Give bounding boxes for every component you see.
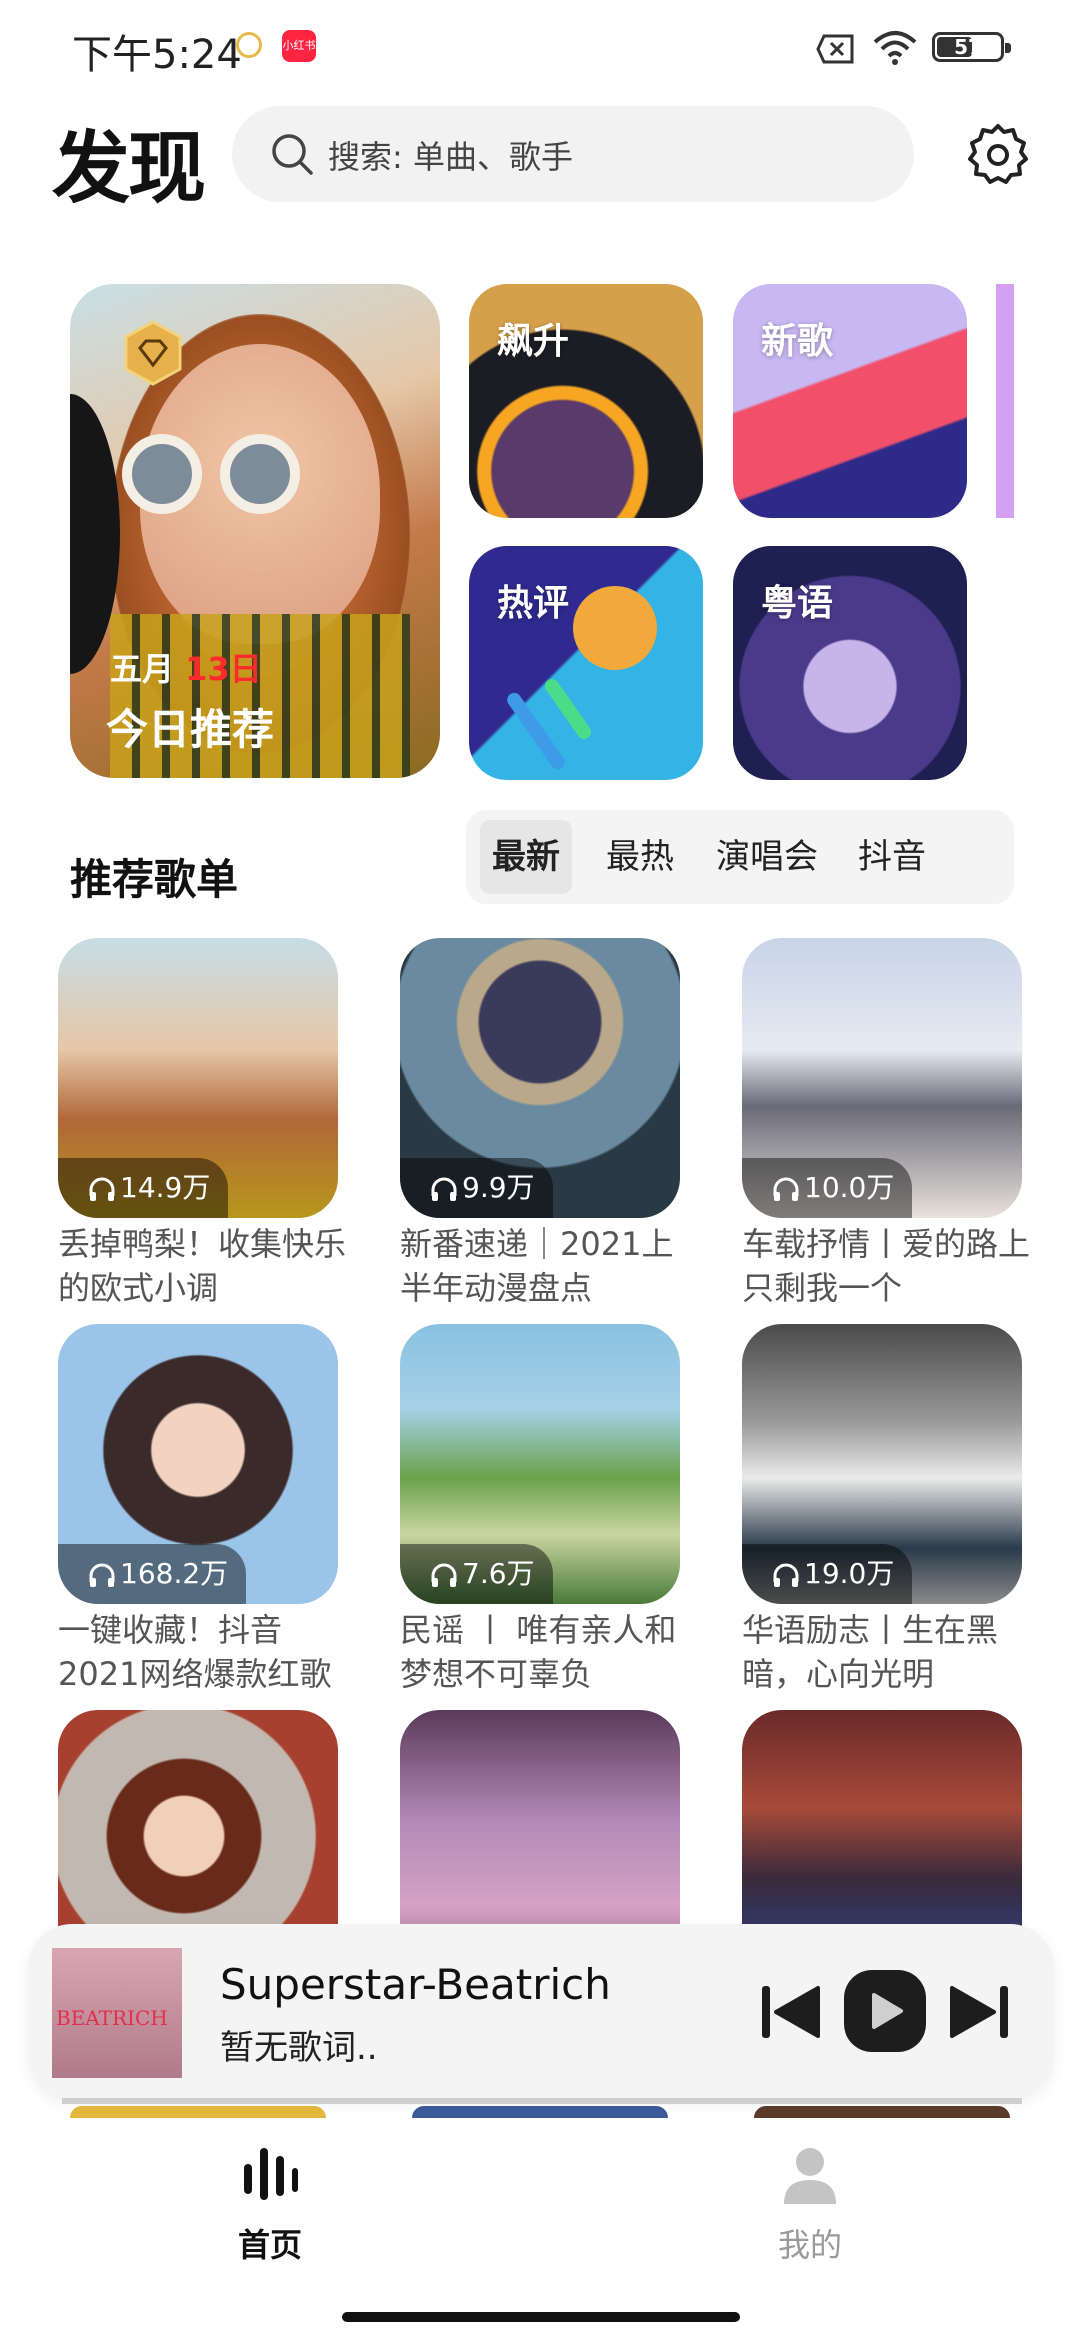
headphones-icon	[431, 1563, 457, 1587]
play-count-badge: 14.9万	[58, 1158, 229, 1218]
home-indicator[interactable]	[342, 2312, 740, 2322]
play-count: 19.0万	[804, 1557, 895, 1590]
search-icon	[272, 134, 313, 175]
hero-glasses-right	[220, 434, 300, 514]
search-placeholder: 搜索: 单曲、歌手	[328, 138, 573, 176]
headphones-icon	[89, 1563, 115, 1587]
tab-douyin[interactable]: 抖音	[846, 820, 938, 894]
playlist-cover: 7.6万	[400, 1324, 680, 1604]
next-track-icon[interactable]	[948, 1984, 1012, 2040]
tile-label: 新歌	[761, 321, 834, 362]
search-bar[interactable]: 搜索: 单曲、歌手	[232, 106, 914, 202]
hero-glasses-left	[122, 434, 202, 514]
playback-progress-track[interactable]	[62, 2098, 1022, 2104]
daily-recommend-banner[interactable]: 五月 13日 今日推荐	[70, 284, 440, 778]
tab-concert[interactable]: 演唱会	[702, 820, 832, 894]
tab-hottest[interactable]: 最热	[594, 820, 686, 894]
play-count-badge: 10.0万	[742, 1158, 913, 1218]
cover-text: BEATRICH	[56, 2006, 168, 2030]
tile-label: 飙升	[497, 321, 570, 362]
play-icon	[872, 1993, 903, 2029]
wifi-icon	[873, 31, 917, 65]
play-count: 9.9万	[462, 1171, 535, 1204]
banner-label: 今日推荐	[106, 705, 275, 754]
playlist-cover-peek	[412, 2106, 668, 2118]
banner-day: 13日	[185, 650, 262, 688]
tile-sun-shape	[573, 586, 657, 670]
playlist-cover-peek	[70, 2106, 326, 2118]
nav-home-label: 首页	[237, 2226, 302, 2264]
play-button[interactable]	[844, 1970, 926, 2052]
play-count: 168.2万	[120, 1557, 229, 1590]
chart-rising-tile[interactable]: 飙升	[469, 284, 703, 518]
playlist-tabs: 最新 最热 演唱会 抖音	[466, 810, 1014, 904]
next-tile-peek[interactable]	[996, 284, 1014, 518]
tile-label: 粤语	[761, 583, 834, 624]
playlist-name: 一键收藏！抖音2021网络爆款红歌	[58, 1611, 332, 1693]
playlist-cover: 10.0万	[742, 938, 1022, 1218]
playlist-cover: 14.9万	[58, 938, 338, 1218]
playlist-cover: 168.2万	[58, 1324, 338, 1604]
nav-mine[interactable]: 我的	[730, 2142, 890, 2266]
no-sim-icon	[816, 34, 854, 64]
headphones-icon	[89, 1177, 115, 1201]
playlist-name: 民谣 丨 唯有亲人和梦想不可辜负	[400, 1611, 677, 1693]
battery-percent: 57	[954, 35, 982, 59]
tile-bar-shape	[542, 676, 594, 742]
battery-icon: 57	[932, 32, 1011, 62]
vip-diamond-icon	[124, 320, 182, 386]
play-count: 14.9万	[120, 1171, 211, 1204]
banner-date: 五月 13日	[110, 644, 262, 690]
play-count-badge: 7.6万	[400, 1544, 553, 1604]
play-count-badge: 9.9万	[400, 1158, 553, 1218]
play-count: 10.0万	[804, 1171, 895, 1204]
user-profile-icon	[784, 2148, 836, 2204]
status-bar: 下午5:24 小红书 57	[0, 0, 1080, 90]
headphones-icon	[773, 1177, 799, 1201]
headphones-icon	[431, 1177, 457, 1201]
battery-cap	[1005, 43, 1011, 53]
now-playing-cover: BEATRICH	[52, 1948, 182, 2078]
chart-hot-comments-tile[interactable]: 热评	[469, 546, 703, 780]
playlist-cover-peek	[754, 2106, 1010, 2118]
playlist-name: 丢掉鸭梨！收集快乐的欧式小调	[58, 1225, 347, 1307]
playlist-name: 车载抒情丨爱的路上只剩我一个	[742, 1225, 1031, 1307]
now-playing-lyric: 暂无歌词..	[220, 2028, 378, 2068]
banner-month: 五月	[110, 650, 175, 688]
tab-latest[interactable]: 最新	[480, 820, 572, 894]
nav-mine-label: 我的	[777, 2226, 842, 2264]
playlist-name: 华语励志丨生在黑暗，心向光明	[742, 1611, 999, 1693]
now-playing-title: Superstar-Beatrich	[220, 1960, 611, 2009]
headphones-icon	[773, 1563, 799, 1587]
play-count-badge: 168.2万	[58, 1544, 247, 1604]
playlist-name: 新番速递｜2021上半年动漫盘点	[400, 1225, 674, 1307]
chart-new-songs-tile[interactable]: 新歌	[733, 284, 967, 518]
soundwave-home-icon	[244, 2148, 298, 2200]
playlist-cover: 9.9万	[400, 938, 680, 1218]
section-title: 推荐歌单	[70, 855, 239, 904]
xiaohongshu-app-icon: 小红书	[282, 30, 316, 62]
playlist-cover: 19.0万	[742, 1324, 1022, 1604]
play-count: 7.6万	[462, 1557, 535, 1590]
nav-home[interactable]: 首页	[190, 2142, 350, 2266]
mini-player[interactable]: BEATRICH Superstar-Beatrich 暂无歌词..	[28, 1924, 1054, 2100]
previous-track-icon[interactable]	[758, 1984, 822, 2040]
page-title: 发现	[52, 124, 206, 214]
tile-label: 热评	[497, 583, 570, 624]
settings-gear-icon[interactable]	[966, 122, 1030, 186]
status-time: 下午5:24	[72, 32, 242, 78]
chart-cantonese-tile[interactable]: 粤语	[733, 546, 967, 780]
play-count-badge: 19.0万	[742, 1544, 913, 1604]
clock-icon	[236, 32, 262, 58]
